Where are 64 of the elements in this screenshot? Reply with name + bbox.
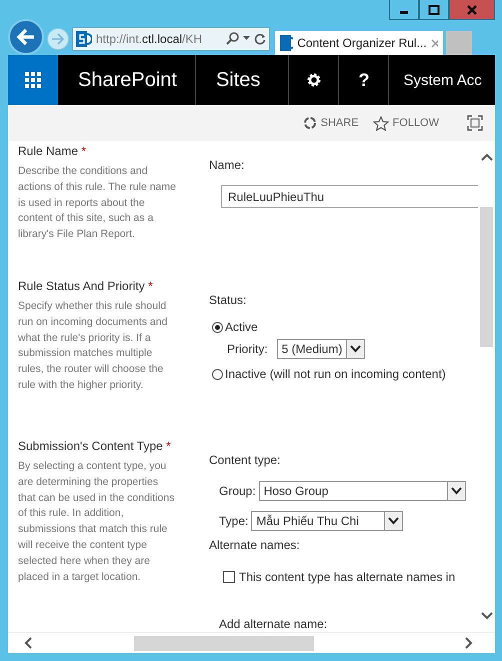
radio-button[interactable] bbox=[212, 368, 223, 380]
maximize-icon bbox=[428, 4, 440, 16]
share-icon bbox=[302, 116, 317, 130]
type-label: Type: bbox=[219, 514, 248, 528]
minimize-button[interactable] bbox=[389, 0, 419, 20]
required-mark: * bbox=[148, 279, 153, 293]
add-alternate-name-label: Add alternate name: bbox=[219, 617, 328, 631]
forward-arrow-icon bbox=[51, 32, 65, 44]
refresh-icon[interactable] bbox=[254, 32, 266, 44]
section-description: Describe the conditions and actions of this rule. The rule name is used in reports about the content of this site, such as a library's File Plan Report. bbox=[18, 164, 176, 242]
horizontal-scrollbar[interactable] bbox=[8, 632, 495, 653]
radio-label: Active bbox=[225, 320, 258, 334]
star-icon bbox=[372, 116, 389, 130]
focus-icon[interactable] bbox=[467, 115, 483, 131]
radio-button[interactable] bbox=[212, 322, 223, 332]
sharepoint-icon bbox=[280, 35, 294, 51]
minimize-icon bbox=[400, 11, 408, 14]
alternate-names-label: Alternate names: bbox=[209, 538, 301, 552]
caret-icon bbox=[384, 512, 402, 530]
required-mark: * bbox=[166, 439, 171, 453]
section-description: By selecting a content type, you are determining the properties that can be used in the conditions of this rule. In addition, submissions that match this rule will receive the content type selected here when they are placed in a target location. bbox=[18, 459, 176, 585]
section-description: Specify whether this rule should run on incoming documents and what the rule's priority is. If a submission matches multiple rules, the router will choose the rule with the higher priority. bbox=[18, 299, 168, 393]
address-bar[interactable]: http://int.ctl.local/KH bbox=[72, 26, 270, 50]
field-label: Name: bbox=[209, 158, 246, 172]
checkbox-label: This content type has alternate names in bbox=[239, 570, 456, 584]
sharepoint-icon bbox=[76, 30, 92, 46]
field-label: Content type: bbox=[209, 453, 282, 467]
scroll-left-icon[interactable] bbox=[24, 637, 32, 649]
checkbox[interactable] bbox=[223, 571, 235, 583]
close-button[interactable] bbox=[449, 0, 495, 20]
back-arrow-icon bbox=[16, 28, 36, 46]
section-title: Submission's Content Type * bbox=[18, 439, 172, 453]
group-dropdown[interactable]: Hoso Group bbox=[258, 481, 466, 501]
back-button[interactable] bbox=[8, 18, 44, 54]
search-icon[interactable] bbox=[226, 32, 239, 45]
priority-dropdown[interactable]: 5 (Medium) bbox=[276, 339, 366, 359]
tab-title: Content Organizer Rul... bbox=[297, 36, 427, 50]
section-title: Rule Name * bbox=[18, 144, 88, 158]
required-mark: * bbox=[81, 144, 86, 158]
scroll-right-icon[interactable] bbox=[465, 637, 473, 649]
browser-tab[interactable]: Content Organizer Rul... bbox=[275, 31, 443, 55]
settings-icon bbox=[306, 72, 322, 88]
name-field[interactable]: RuleLuuPhieuThu bbox=[221, 185, 478, 208]
type-dropdown[interactable]: Mẫu Phiếu Thu Chi bbox=[251, 511, 404, 531]
group-label: Group: bbox=[219, 484, 256, 498]
share-button[interactable]: SHARE bbox=[302, 116, 359, 130]
priority-label: Priority: bbox=[227, 342, 268, 356]
dropdown-icon[interactable] bbox=[243, 36, 250, 41]
caret-icon bbox=[346, 340, 364, 358]
app-launcher-button[interactable] bbox=[8, 55, 58, 105]
caret-icon bbox=[446, 482, 465, 500]
close-icon[interactable] bbox=[430, 38, 438, 48]
url-text: http://int.ctl.local/KH bbox=[96, 32, 204, 46]
section-title: Rule Status And Priority * bbox=[18, 279, 154, 293]
waffle-icon bbox=[25, 72, 41, 88]
close-icon bbox=[466, 4, 478, 16]
scroll-up-icon[interactable] bbox=[480, 153, 492, 161]
scrollbar-thumb[interactable] bbox=[480, 207, 493, 347]
scroll-down-icon[interactable] bbox=[480, 612, 492, 620]
scrollbar-thumb[interactable] bbox=[134, 636, 314, 650]
user-name[interactable]: System Acc bbox=[389, 72, 482, 88]
field-label: Status: bbox=[209, 293, 248, 307]
follow-button[interactable]: FOLLOW bbox=[372, 116, 439, 130]
radio-label: Inactive (will not run on incoming content) bbox=[225, 367, 446, 381]
